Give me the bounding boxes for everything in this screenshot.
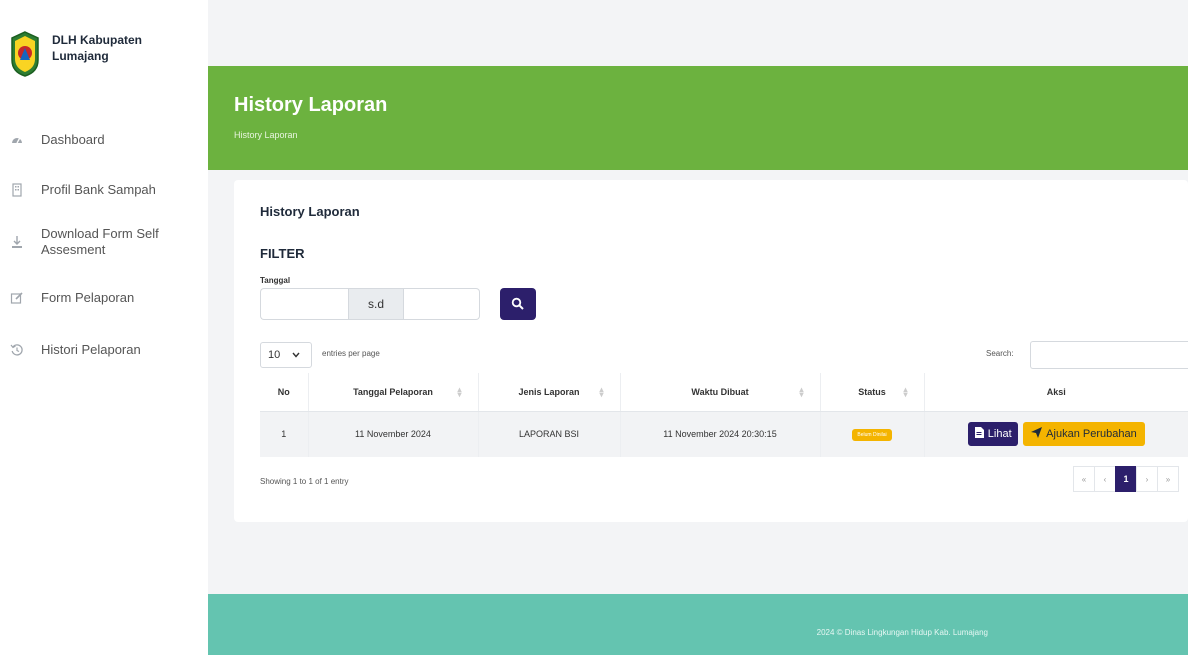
column-header-jenis[interactable]: Jenis Laporan ▴ ▾	[478, 373, 621, 412]
paper-plane-icon	[1031, 427, 1043, 441]
lihat-button[interactable]: Lihat	[967, 422, 1018, 447]
sort-icon: ▴ ▾	[799, 385, 804, 399]
sidebar-item-histori-pelaporan[interactable]: Histori Pelaporan	[0, 342, 181, 358]
search-label: Search:	[986, 349, 1014, 358]
table-search-input[interactable]	[1030, 341, 1188, 369]
end-date-input[interactable]	[404, 288, 480, 320]
brand-name: DLH Kabupaten Lumajang	[52, 33, 142, 63]
history-table: No Tanggal Pelaporan ▴ ▾ Jenis Laporan ▴ ▾ W…	[260, 373, 1188, 457]
entries-per-page-label: entries per page	[322, 349, 380, 358]
cell-jenis: LAPORAN BSI	[478, 411, 621, 457]
history-card: History Laporan FILTER Tanggal s.d 10 en…	[234, 180, 1188, 522]
topbar	[208, 0, 1188, 66]
sidebar-item-label: Form Pelaporan	[41, 290, 135, 305]
cell-aksi: Lihat Ajukan Perubahan	[924, 411, 1188, 457]
chevron-down-icon	[292, 350, 300, 360]
footer: 2024 © Dinas Lingkungan Hidup Kab. Lumaj…	[208, 594, 1188, 655]
sort-icon: ▴ ▾	[903, 385, 908, 399]
column-header-aksi: Aksi	[924, 373, 1188, 412]
status-badge: Belum Dinilai	[852, 428, 892, 441]
sidebar-item-download-form[interactable]: Download Form Self Assesment	[0, 226, 181, 258]
lumajang-logo-icon	[11, 31, 39, 77]
history-icon	[10, 343, 24, 357]
pagination-page-1[interactable]: 1	[1115, 466, 1137, 492]
tanggal-label: Tanggal	[260, 276, 291, 285]
column-header-status[interactable]: Status ▴ ▾	[820, 373, 925, 412]
page-length-value: 10	[268, 349, 281, 361]
page-header: History Laporan History Laporan	[208, 66, 1188, 170]
sidebar-item-profil-bank-sampah[interactable]: Profil Bank Sampah	[0, 182, 181, 198]
start-date-input[interactable]	[260, 288, 348, 320]
column-header-waktu[interactable]: Waktu Dibuat ▴ ▾	[620, 373, 821, 412]
cell-no: 1	[260, 411, 309, 457]
page-title: History Laporan	[234, 94, 388, 116]
ajukan-perubahan-button[interactable]: Ajukan Perubahan	[1023, 422, 1145, 447]
cell-tanggal: 11 November 2024	[308, 411, 479, 457]
cell-status: Belum Dinilai	[820, 411, 925, 457]
pagination-first[interactable]: «	[1073, 466, 1095, 492]
sidebar-item-form-pelaporan[interactable]: Form Pelaporan	[0, 290, 181, 306]
table-row: 1 11 November 2024 LAPORAN BSI 11 Novemb…	[260, 411, 1188, 457]
sort-icon: ▴ ▾	[457, 385, 462, 399]
main-content: History Laporan History Laporan History …	[208, 0, 1188, 655]
brand[interactable]: DLH Kabupaten Lumajang	[10, 30, 162, 78]
filter-search-button[interactable]	[500, 288, 536, 320]
pagination-next[interactable]: ›	[1136, 466, 1158, 492]
pagination: « ‹ 1 › »	[1073, 466, 1179, 492]
filter-title: FILTER	[260, 246, 305, 261]
sort-icon: ▴ ▾	[599, 385, 604, 399]
sidebar-item-label: Histori Pelaporan	[41, 342, 141, 357]
dashboard-gauge-icon	[10, 133, 24, 147]
pagination-prev[interactable]: ‹	[1094, 466, 1116, 492]
pagination-last[interactable]: »	[1157, 466, 1179, 492]
building-icon	[10, 183, 24, 197]
lihat-button-label: Lihat	[987, 428, 1012, 441]
sidebar-item-label: Dashboard	[41, 132, 105, 147]
search-icon	[511, 297, 524, 310]
sidebar: DLH Kabupaten Lumajang Dashboard Profil …	[0, 0, 208, 655]
card-title: History Laporan	[260, 204, 360, 219]
showing-info: Showing 1 to 1 of 1 entry	[260, 477, 349, 486]
sidebar-item-label: Download Form Self Assesment	[41, 226, 159, 257]
edit-icon	[10, 291, 24, 305]
page-length-select[interactable]: 10	[260, 342, 312, 368]
footer-text: 2024 © Dinas Lingkungan Hidup Kab. Lumaj…	[816, 628, 988, 637]
date-range-separator: s.d	[348, 288, 404, 320]
sidebar-item-label: Profil Bank Sampah	[41, 182, 156, 197]
table-header-row: No Tanggal Pelaporan ▴ ▾ Jenis Laporan ▴ ▾ W…	[260, 373, 1188, 412]
column-header-no[interactable]: No	[260, 373, 309, 412]
sidebar-item-dashboard[interactable]: Dashboard	[0, 132, 181, 148]
file-pdf-icon	[974, 427, 984, 441]
column-header-tanggal[interactable]: Tanggal Pelaporan ▴ ▾	[308, 373, 479, 412]
cell-waktu: 11 November 2024 20:30:15	[620, 411, 821, 457]
breadcrumb[interactable]: History Laporan	[234, 130, 298, 140]
download-icon	[10, 235, 24, 249]
ajukan-button-label: Ajukan Perubahan	[1046, 428, 1137, 441]
